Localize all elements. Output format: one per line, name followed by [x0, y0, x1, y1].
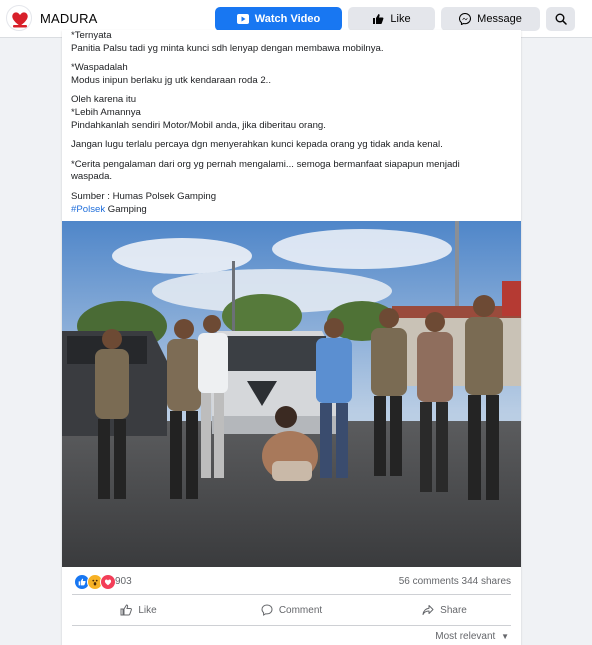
message-button[interactable]: Message	[441, 7, 540, 31]
post-paragraph: *Waspadalah Modus inipun berlaku jg utk …	[71, 62, 511, 87]
post-line: Jangan lugu terlalu percaya dgn menyerah…	[71, 139, 443, 151]
comment-label: Comment	[278, 604, 323, 616]
post-paragraph: *Cerita pengalaman dari org yg pernah me…	[71, 159, 511, 184]
post-line: waspada.	[71, 171, 113, 183]
heart-logo-icon	[12, 12, 28, 28]
post-body-text: *Ternyata Panitia Palsu tadi yg minta ku…	[71, 30, 511, 216]
actions-divider	[72, 625, 511, 626]
post-line: *Cerita pengalaman dari org yg pernah me…	[71, 158, 460, 170]
comment-button[interactable]: Comment	[215, 597, 368, 623]
post-line: *Waspadalah	[71, 62, 128, 74]
post-line: Panitia Palsu tadi yg minta kunci sdh le…	[71, 42, 384, 54]
watch-video-button[interactable]: Watch Video	[215, 7, 342, 31]
sort-label: Most relevant	[435, 631, 496, 642]
video-play-icon	[236, 14, 249, 24]
post-photo[interactable]	[62, 221, 521, 567]
search-button[interactable]	[546, 7, 575, 31]
message-label: Message	[477, 13, 522, 25]
love-reaction-icon	[100, 574, 116, 590]
post-source: Sumber : Humas Polsek Gamping #Polsek Ga…	[71, 191, 511, 216]
page-avatar[interactable]	[6, 5, 32, 31]
share-label: Share	[440, 604, 467, 616]
messenger-icon	[459, 13, 472, 25]
thumbs-up-icon	[372, 13, 384, 25]
post-paragraph: *Ternyata Panitia Palsu tadi yg minta ku…	[71, 30, 511, 55]
post-paragraph: Jangan lugu terlalu percaya dgn menyerah…	[71, 139, 511, 152]
post-actions-bar: Like Comment Share	[62, 597, 521, 623]
comment-sort-dropdown[interactable]: Most relevant ▼	[435, 631, 509, 642]
post-line: *Lebih Amannya	[71, 106, 141, 118]
post-card: *Ternyata Panitia Palsu tadi yg minta ku…	[62, 30, 521, 645]
post-line: Modus inipun berlaku jg utk kendaraan ro…	[71, 74, 271, 86]
search-icon	[555, 13, 567, 25]
comment-bubble-icon	[261, 604, 273, 616]
like-label: Like	[138, 604, 157, 616]
page-name[interactable]: MADURA	[40, 11, 98, 26]
like-page-button[interactable]: Like	[348, 7, 435, 31]
like-button[interactable]: Like	[62, 597, 215, 623]
share-button[interactable]: Share	[368, 597, 521, 623]
police-group-photo	[62, 221, 521, 567]
reaction-icons[interactable]	[74, 574, 116, 590]
reaction-count[interactable]: 903	[115, 576, 132, 587]
post-line: *Ternyata	[71, 30, 112, 41]
watch-video-label: Watch Video	[254, 13, 321, 25]
post-line: Pindahkanlah sendiri Motor/Mobil anda, j…	[71, 119, 326, 131]
share-arrow-icon	[422, 605, 434, 615]
post-paragraph: Oleh karena itu *Lebih Amannya Pindahkan…	[71, 94, 511, 132]
hashtag-link[interactable]: #Polsek	[71, 204, 105, 215]
thumbs-up-outline-icon	[120, 604, 133, 616]
stats-divider	[72, 594, 511, 595]
chevron-down-icon: ▼	[501, 632, 509, 641]
source-line: Sumber : Humas Polsek Gamping	[71, 190, 217, 202]
comments-shares-count[interactable]: 56 comments 344 shares	[399, 576, 511, 587]
hashtag-suffix: Gamping	[105, 203, 147, 215]
like-page-label: Like	[390, 13, 411, 25]
post-stats: 903 56 comments 344 shares	[62, 570, 521, 594]
post-line: Oleh karena itu	[71, 94, 137, 106]
